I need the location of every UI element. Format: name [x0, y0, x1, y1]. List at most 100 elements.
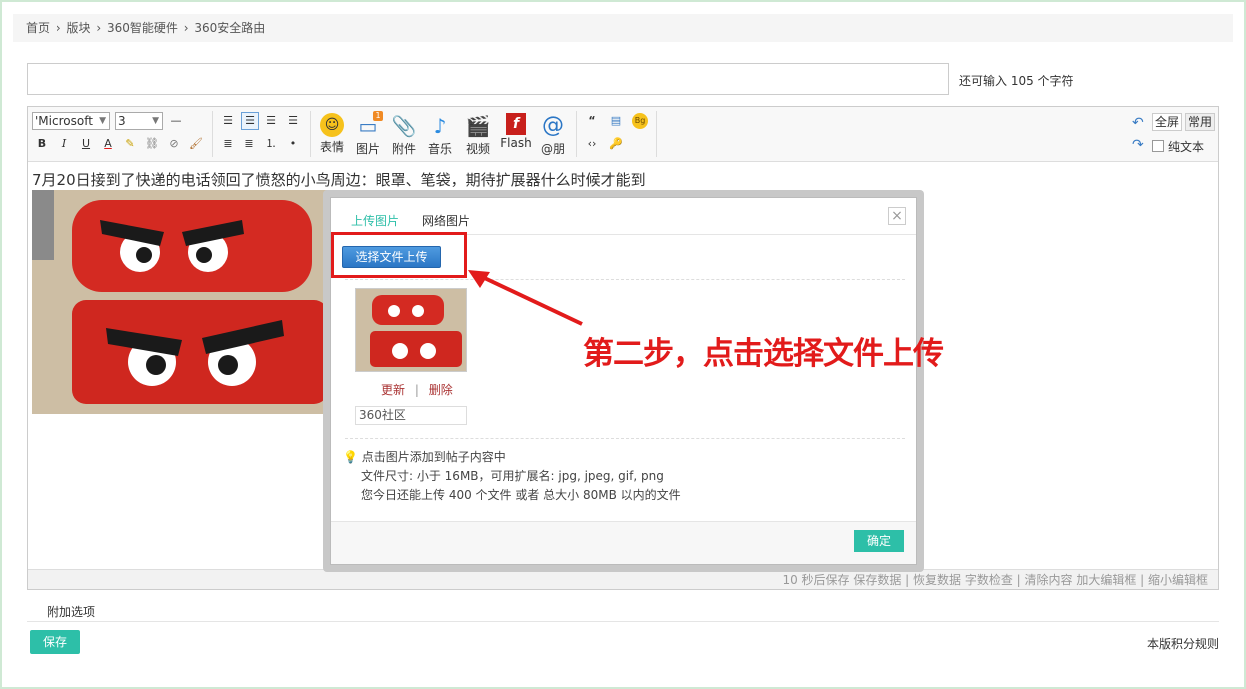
align-right-icon[interactable]: ☰	[285, 113, 301, 129]
image-button[interactable]: ▭ 1 图片	[351, 111, 385, 159]
breadcrumb-sep: ›	[96, 21, 102, 35]
link-icon[interactable]: ⛓	[144, 136, 160, 152]
horizontal-rule-icon[interactable]: —	[168, 113, 184, 129]
background-color-icon[interactable]: ✎	[122, 136, 138, 152]
font-size-select[interactable]: 3 ▼	[115, 112, 163, 130]
font-family-value: 'Microsoft	[35, 114, 93, 128]
dialog-divider	[345, 279, 905, 280]
float-right-icon[interactable]: ≣	[220, 136, 236, 152]
undo-icon[interactable]: ↶	[1132, 115, 1144, 131]
quote-icon[interactable]: “	[584, 113, 600, 129]
mention-button[interactable]: @ @朋	[536, 111, 570, 159]
extra-options-link[interactable]: 附加选项	[47, 603, 95, 620]
flash-icon: f	[506, 113, 526, 135]
image-icon: ▭ 1	[355, 111, 383, 139]
footer-divider	[27, 621, 1219, 622]
music-label: 音乐	[427, 142, 452, 156]
unlink-icon[interactable]: ⊘	[166, 136, 182, 152]
font-size-value: 3	[118, 114, 126, 128]
angry-bird-merch-image	[32, 190, 330, 414]
tab-web-image[interactable]: 网络图片	[422, 212, 470, 229]
editor-toolbar: 'Microsoft ▼ 3 ▼ — B I U A ✎ ⛓ ⊘ 🖌 ☰ ☰ ☰ ☰…	[28, 107, 1218, 162]
tip-upload-quota: 您今日还能上传 400 个文件 或者 总大小 80MB 以内的文件	[361, 488, 681, 502]
breadcrumb-sep: ›	[183, 21, 189, 35]
emoji-button[interactable]: ☺ 表情	[315, 111, 349, 159]
thumbnail-actions: 更新 | 删除	[381, 381, 453, 398]
toolbar-divider	[576, 111, 577, 157]
code-icon[interactable]: ‹›	[584, 136, 600, 152]
annotation-text: 第二步，点击选择文件上传	[583, 336, 944, 372]
tip-file-size: 文件尺寸: 小于 16MB，可用扩展名: jpg, jpeg, gif, png	[361, 469, 664, 483]
align-center-icon[interactable]: ☰	[263, 113, 279, 129]
thumbnail-image	[356, 289, 466, 371]
smiley-icon: ☺	[320, 113, 344, 137]
uploaded-image-thumbnail[interactable]	[355, 288, 467, 372]
tab-upload-image[interactable]: 上传图片	[351, 212, 399, 229]
confirm-button[interactable]: 确定	[854, 530, 904, 552]
plain-text-checkbox[interactable]	[1152, 140, 1164, 152]
close-icon[interactable]: ×	[888, 207, 906, 225]
dialog-divider	[345, 438, 905, 439]
font-color-icon[interactable]: A	[100, 136, 116, 152]
image-description-input[interactable]: 360社区	[355, 406, 467, 425]
delete-link[interactable]: 删除	[429, 383, 453, 397]
breadcrumb-forum[interactable]: 360安全路由	[194, 21, 265, 35]
forum-rules-link[interactable]: 本版积分规则	[1147, 635, 1219, 652]
unordered-list-icon[interactable]: •	[285, 136, 301, 152]
save-button[interactable]: 保存	[30, 630, 80, 654]
post-photo	[32, 190, 330, 414]
toolbar-divider	[310, 111, 311, 157]
bold-icon[interactable]: B	[34, 136, 50, 152]
breadcrumb: 首页 › 版块 › 360智能硬件 › 360安全路由	[13, 14, 1233, 42]
update-link[interactable]: 更新	[381, 383, 405, 397]
breadcrumb-home[interactable]: 首页	[26, 21, 50, 35]
background-icon[interactable]: Bg	[632, 113, 648, 129]
lightbulb-icon: 💡	[343, 450, 358, 464]
toolbar-divider	[212, 111, 213, 157]
clear-format-icon[interactable]: 🖌	[188, 136, 204, 152]
italic-icon[interactable]: I	[56, 136, 72, 152]
image-count-badge: 1	[373, 111, 383, 121]
image-label: 图片	[355, 142, 380, 156]
image-upload-dialog: 上传图片 网络图片 × 选择文件上传 更新 | 删除 360社区 💡 点击图片添…	[330, 197, 917, 565]
common-button[interactable]: 常用	[1185, 113, 1216, 131]
chevron-down-icon: ▼	[99, 116, 106, 126]
clapperboard-icon: 🎬	[465, 114, 491, 138]
flash-button[interactable]: f Flash	[499, 111, 533, 159]
fullscreen-button[interactable]: 全屏	[1152, 113, 1183, 131]
breadcrumb-category[interactable]: 360智能硬件	[107, 21, 178, 35]
attach-button[interactable]: 📎 附件	[387, 111, 421, 159]
code-block-icon[interactable]: ▤	[608, 113, 624, 129]
upload-tips: 💡 点击图片添加到帖子内容中 文件尺寸: 小于 16MB，可用扩展名: jpg,…	[343, 448, 681, 505]
mention-label: @朋	[540, 142, 565, 156]
redo-icon[interactable]: ↷	[1132, 137, 1144, 153]
title-char-hint: 还可输入 105 个字符	[959, 74, 1074, 88]
flash-label: Flash	[500, 136, 532, 150]
float-none-icon[interactable]: ≣	[241, 136, 257, 152]
attach-label: 附件	[391, 142, 416, 156]
at-sign-icon: @	[542, 113, 564, 138]
toolbar-divider	[656, 111, 657, 157]
float-left-icon[interactable]: ☰	[220, 113, 236, 129]
dialog-footer: 确定	[331, 521, 916, 564]
ordered-list-icon[interactable]: ⒈	[263, 136, 279, 152]
plain-text-label: 纯文本	[1168, 140, 1205, 154]
breadcrumb-board[interactable]: 版块	[66, 21, 90, 35]
align-left-icon[interactable]: ☰	[241, 112, 259, 130]
editor-status-bar[interactable]: 10 秒后保存 保存数据 | 恢复数据 字数检查 | 清除内容 加大编辑框 | …	[28, 569, 1218, 589]
music-button[interactable]: ♪ 音乐	[423, 111, 457, 159]
password-key-icon[interactable]: 🔑	[608, 136, 624, 152]
music-note-icon: ♪	[433, 114, 447, 138]
chevron-down-icon: ▼	[152, 116, 159, 126]
font-family-select[interactable]: 'Microsoft ▼	[32, 112, 110, 130]
tip-click-image: 点击图片添加到帖子内容中	[361, 450, 506, 464]
paperclip-icon: 📎	[391, 114, 417, 138]
highlight-box	[331, 232, 467, 278]
video-label: 视频	[465, 142, 490, 156]
post-title-input[interactable]	[27, 63, 949, 95]
emoji-label: 表情	[319, 140, 344, 154]
annotation-arrow	[468, 270, 583, 326]
link-separator: |	[414, 383, 419, 397]
underline-icon[interactable]: U	[78, 136, 94, 152]
video-button[interactable]: 🎬 视频	[461, 111, 495, 159]
